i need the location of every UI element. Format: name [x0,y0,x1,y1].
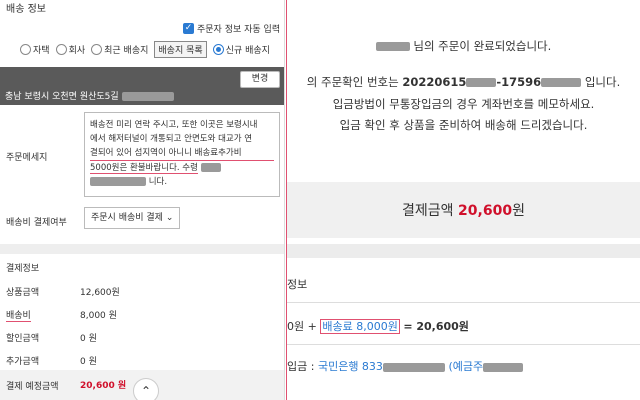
order-number-line: 의 주문확인 번호는 20220615 -17596 입니다. [306,75,621,89]
radio-office[interactable]: 회사 [55,43,85,56]
radio-selected-icon[interactable] [212,44,224,55]
redacted-block [200,163,221,172]
order-complete-panel: 님의 주문이 완료되었습니다. 의 주문확인 번호는 20220615 -1759… [287,0,640,400]
shipping-pay-select[interactable]: 주문시 배송비 결제 ⌄ [84,207,180,229]
divider-line [287,302,640,303]
redacted-block [541,78,582,87]
radio-recent[interactable]: 최근 배송지 [91,43,148,56]
section-divider [0,244,284,254]
radio-icon[interactable] [20,44,31,55]
checkbox-checked-icon[interactable]: ✓ [183,23,194,34]
redacted-block [483,362,524,372]
redacted-block [466,78,497,87]
auto-input-row[interactable]: ✓ 주문자 정보 자동 입력 [183,22,280,35]
redacted-block [121,92,174,101]
chevron-down-icon: ⌄ [165,213,174,223]
redacted-block [90,177,146,186]
scroll-top-button[interactable]: ⌃ [133,378,159,400]
address-type-radios: 자택 회사 최근 배송지 배송지 목록 신규 배송지 [20,41,270,58]
calc-line: 0원 + 배송료 8,000원 = 20,600원 [287,319,469,334]
row-label: 할인금액 [6,334,40,344]
address-text: 충남 보령시 오천면 원산도5길 [5,89,174,102]
memo-textarea[interactable]: 배송전 미리 연락 주시고, 또한 이곳은 보령시내 에서 해저터널이 개통되고… [84,112,280,197]
amount-line: 결제금액 20,600원 [402,203,525,219]
chevron-up-icon: ⌃ [140,384,152,398]
delivery-note-line: 입금 확인 후 상품을 준비하여 배송해 드리겠습니다. [339,118,588,132]
auto-input-label: 주문자 정보 자동 입력 [197,25,281,35]
change-address-button[interactable]: 변경 [240,71,280,88]
memo-label: 주문메세지 [6,153,48,163]
divider-line [287,344,640,345]
address-list-button[interactable]: 배송지 목록 [154,41,207,58]
redacted-block [375,42,410,51]
radio-home[interactable]: 자택 [20,43,50,56]
row-value: 0 원 [80,334,97,344]
payment-method-line: 입금방법이 무통장입금의 경우 계좌번호를 메모하세요. [332,97,595,111]
row-value: 12,600원 [80,288,120,298]
row-value: 8,000 원 [80,311,117,321]
bank-line: 입금 : 국민은행 833 (예금주 [287,358,524,374]
shipping-pay-label: 배송비 결제여부 [6,218,67,228]
row-value: 0 원 [80,357,97,367]
checkout-panel: 배송 정보 ✓ 주문자 정보 자동 입력 자택 회사 최근 배송지 배송지 목록… [0,0,285,400]
radio-icon[interactable] [91,44,103,55]
info-title: 정보 [287,278,308,291]
section-divider [287,244,640,258]
payment-section-title: 결제정보 [6,264,40,274]
total-label: 결제 예정금액 [6,382,59,392]
row-label: 배송비 [6,308,31,322]
order-complete-line: 님의 주문이 완료되었습니다. [287,38,640,54]
total-value: 20,600 원 [80,381,127,391]
radio-icon[interactable] [55,44,67,55]
shipping-section-title: 배송 정보 [6,4,46,15]
shipping-fee-highlight: 배송료 8,000원 [320,319,400,334]
radio-new[interactable]: 신규 배송지 [212,43,270,56]
row-label: 추가금액 [6,357,40,367]
redacted-block [382,362,445,372]
row-label: 상품금액 [6,288,40,298]
